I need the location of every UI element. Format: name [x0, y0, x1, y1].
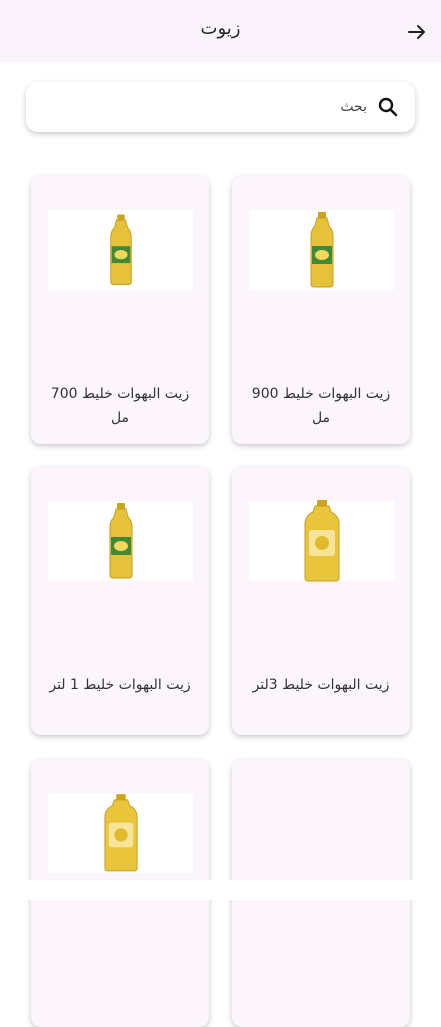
product-card[interactable]: زيت البهوات خليط 3لتر — [232, 467, 410, 735]
product-card[interactable]: زيت البهوات خليط 1 لتر — [31, 467, 209, 735]
bottom-edge — [0, 880, 441, 900]
oil-bottle-icon — [109, 503, 132, 579]
product-image — [48, 210, 193, 290]
product-image — [249, 210, 394, 290]
product-card[interactable]: زيت البهوات خليط 900 مل — [232, 176, 410, 444]
product-name: زيت البهوات خليط 3لتر — [252, 677, 390, 693]
product-image — [48, 501, 193, 581]
oil-jug-icon — [304, 500, 339, 582]
product-name: زيت البهوات خليط 700 مل — [50, 386, 190, 426]
product-image — [249, 500, 394, 582]
product-name: زيت البهوات خليط 1 لتر — [49, 677, 191, 693]
product-name: زيت البهوات خليط 900 مل — [251, 386, 391, 426]
product-grid: زيت البهوات خليط 900 مل زيت البهوات خليط… — [0, 0, 441, 1027]
product-card[interactable]: زيت البهوات خليط 700 مل — [31, 176, 209, 444]
oil-bottle-icon — [310, 212, 333, 288]
oil-bottle-icon — [109, 214, 132, 285]
oil-jug-icon — [103, 794, 138, 872]
product-image — [48, 793, 193, 873]
